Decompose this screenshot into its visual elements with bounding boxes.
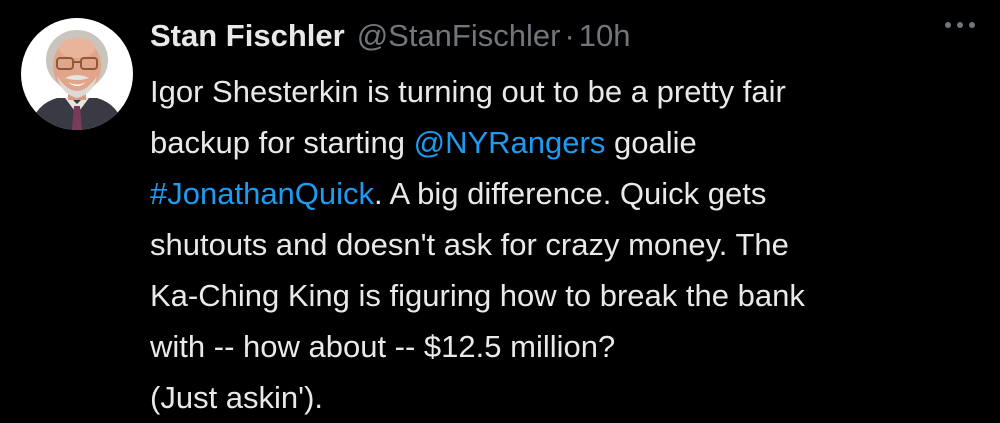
more-dot [969,22,975,28]
tweet-card[interactable]: Stan Fischler @StanFischler · 10h Igor S… [0,0,1000,415]
avatar[interactable] [21,18,133,130]
tweet-text-line: with -- how about -- $12.5 million? [150,329,616,364]
mention-link[interactable]: @NYRangers [414,125,606,160]
tweet-timestamp[interactable]: 10h [579,14,631,58]
author-handle[interactable]: @StanFischler [357,14,561,58]
tweet-text-segment: goalie [605,125,697,160]
tweet-text-segment: . A big difference. Quick gets [374,176,767,211]
tweet-header: Stan Fischler @StanFischler · 10h [150,14,940,58]
tweet-text-line: shutouts and doesn't ask for crazy money… [150,227,789,262]
avatar-photo [21,18,133,130]
tweet-text: Igor Shesterkin is turning out to be a p… [150,66,940,423]
more-dot [957,22,963,28]
tweet-text-segment: backup for starting [150,125,414,160]
tweet-text-line: Ka-Ching King is figuring how to break t… [150,278,805,313]
tweet-content: Stan Fischler @StanFischler · 10h Igor S… [150,14,940,423]
hashtag-link[interactable]: #JonathanQuick [150,176,374,211]
tweet-text-line: #JonathanQuick. A big difference. Quick … [150,168,940,219]
more-dot [945,22,951,28]
header-separator: · [564,18,575,53]
author-display-name[interactable]: Stan Fischler [150,14,345,58]
tweet-text-line: (Just askin'). [150,380,324,415]
tweet-text-line: backup for starting @NYRangers goalie [150,117,940,168]
more-options-icon[interactable] [945,22,975,28]
tweet-text-line: Igor Shesterkin is turning out to be a p… [150,74,786,109]
